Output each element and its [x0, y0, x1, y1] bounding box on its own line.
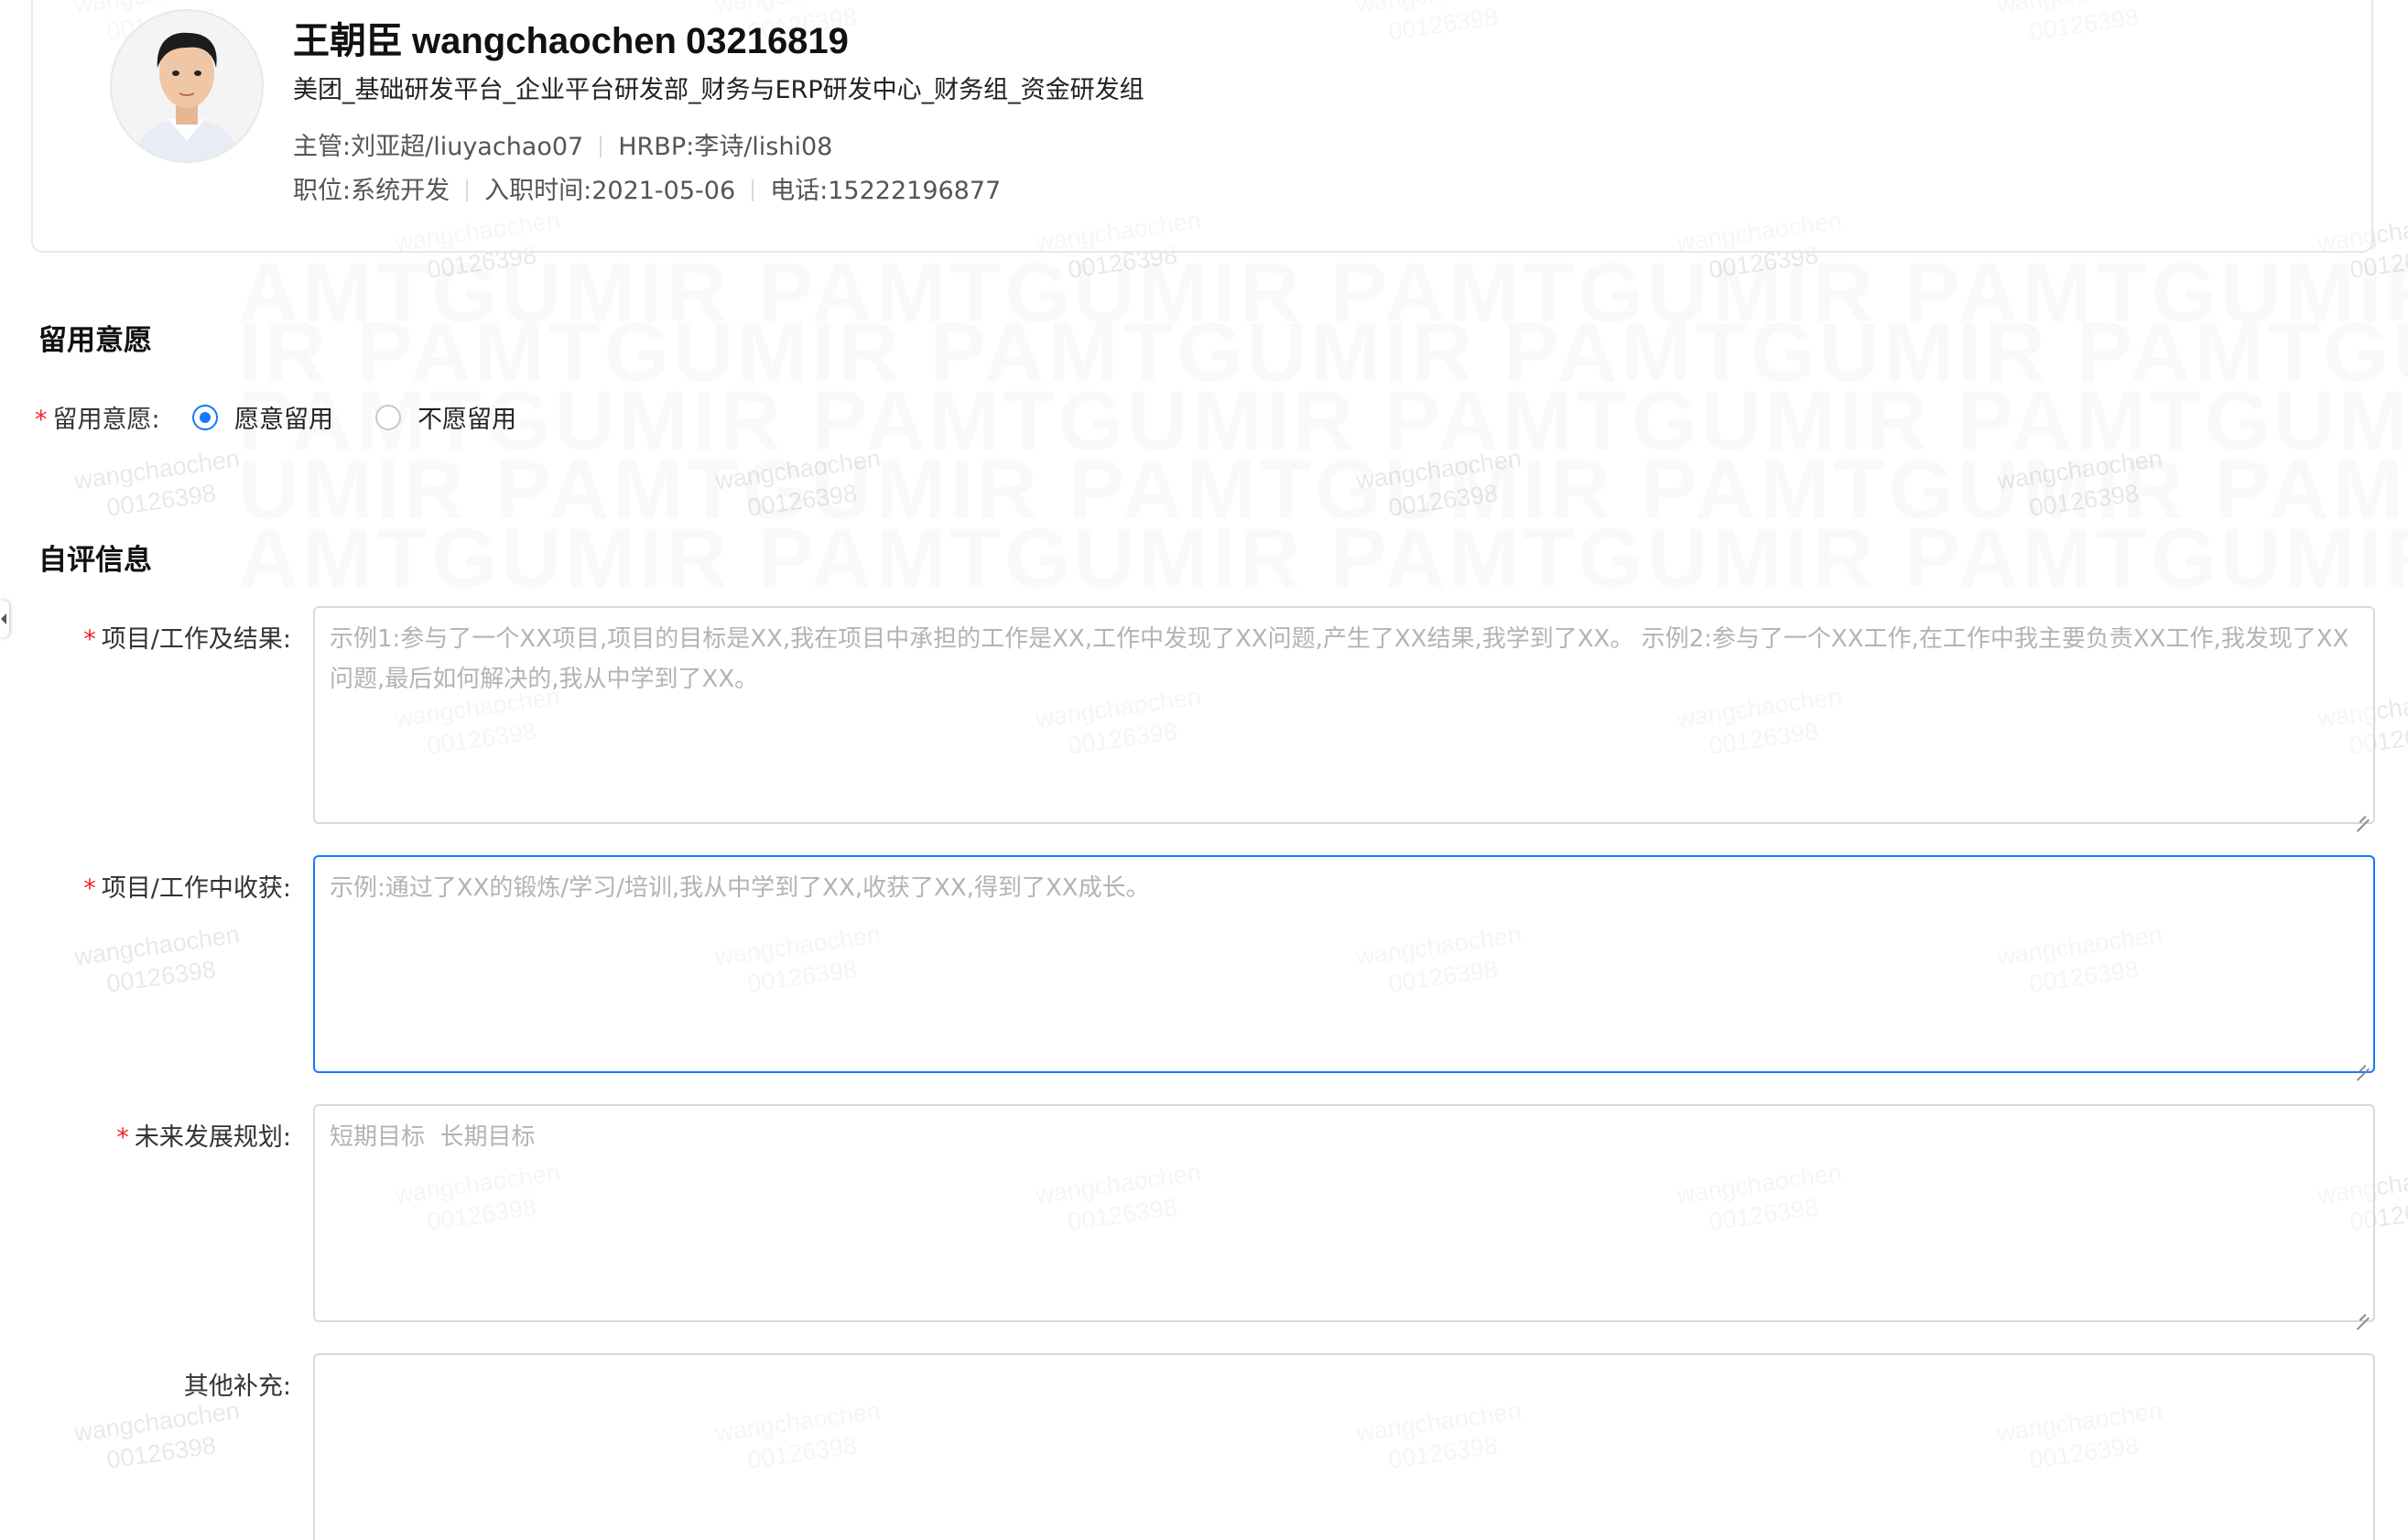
divider	[600, 136, 602, 157]
phone-label: 电话:	[770, 177, 829, 205]
watermark-line-2: 00126398	[104, 955, 218, 998]
required-mark: *	[83, 874, 96, 903]
position-label: 职位:	[293, 177, 352, 205]
department-path: 美团_基础研发平台_企业平台研发部_财务与ERP研发中心_财务组_资金研发组	[293, 76, 1144, 104]
avatar	[110, 9, 264, 163]
required-mark: *	[116, 1123, 129, 1152]
page: AMTGUMIR PAMTGUMIR PAMTGUMIR PAMTGUMIR P…	[0, 0, 2408, 1540]
watermark-line-1: wangchaochen	[1995, 444, 2164, 495]
watermark-line-1: wangchaochen	[713, 444, 883, 495]
employee-name: 王朝臣 wangchaochen 03216819	[293, 11, 858, 64]
join-date-label: 入职时间:	[484, 177, 592, 205]
hrbp-value: 李诗/lishi08	[694, 133, 833, 161]
join-date-value: 2021-05-06	[591, 177, 736, 205]
radio-willing-retain[interactable]: 愿意留用	[192, 399, 333, 435]
watermark-line-2: 00126398	[1386, 479, 1500, 522]
employee-id: 03216819	[685, 21, 849, 61]
watermark-line-2: 00126398	[104, 1431, 218, 1474]
radio-unwilling-label: 不愿留用	[418, 406, 516, 434]
reporting-line: 主管:刘亚超/liuyachao07 HRBP:李诗/lishi08	[293, 126, 832, 162]
divider	[752, 179, 754, 201]
watermark-text: wangchaochen00126398	[64, 1394, 255, 1480]
employee-profile-card: 王朝臣 wangchaochen 03216819 美团_基础研发平台_企业平台研发…	[31, 0, 2373, 253]
project-results-label: * 项目/工作及结果:	[0, 619, 291, 655]
watermark-line-2: 00126398	[2027, 479, 2141, 522]
future-plan-label: * 未来发展规划:	[0, 1117, 291, 1153]
employee-name-en: wangchaochen	[412, 21, 677, 61]
job-info-line: 职位:系统开发 入职时间:2021-05-06 电话:15222196877	[293, 170, 1001, 206]
project-results-textarea[interactable]	[313, 606, 2375, 824]
manager-value: 刘亚超/liuyachao07	[351, 133, 584, 161]
future-plan-textarea[interactable]	[313, 1104, 2375, 1322]
watermark-text: wangchaochen00126398	[64, 917, 255, 1004]
project-gains-label-text: 项目/工作中收获:	[101, 874, 291, 903]
position-value: 系统开发	[351, 177, 450, 205]
other-notes-label-text: 其他补充:	[183, 1372, 291, 1401]
required-mark: *	[35, 406, 48, 434]
background-watermark-band: PAMTGUMIR PAMTGUMIR PAMTGUMIR PAMTGUMIR …	[238, 385, 2408, 458]
radio-unwilling-retain[interactable]: 不愿留用	[375, 399, 516, 435]
radio-willing-label: 愿意留用	[234, 406, 333, 434]
project-gains-label: * 项目/工作中收获:	[0, 868, 291, 904]
background-watermark-band: UMIR PAMTGUMIR PAMTGUMIR PAMTGUMIR PAMTG…	[238, 453, 2408, 526]
watermark-line-1: wangchaochen	[72, 920, 242, 971]
radio-checked-icon[interactable]	[192, 404, 218, 430]
watermark-line-2: 00126398	[745, 479, 859, 522]
other-notes-label: 其他补充:	[0, 1366, 291, 1402]
watermark-text: wangchaochen00126398	[705, 441, 895, 528]
future-plan-label-text: 未来发展规划:	[134, 1123, 291, 1152]
watermark-line-1: wangchaochen	[72, 444, 242, 495]
retention-section-title: 留用意愿	[38, 324, 152, 357]
other-notes-textarea[interactable]	[313, 1353, 2375, 1540]
background-watermark-band: IR PAMTGUMIR PAMTGUMIR PAMTGUMIR PAMTGUM…	[238, 316, 2408, 389]
hrbp-label: HRBP:	[618, 133, 695, 161]
background-watermark-band: AMTGUMIR PAMTGUMIR PAMTGUMIR PAMTGUMIR P…	[238, 256, 2408, 330]
watermark-text: wangchaochen00126398	[1346, 441, 1536, 528]
retention-label-text: 留用意愿:	[52, 406, 160, 434]
self-eval-section-title: 自评信息	[38, 544, 152, 577]
project-results-label-text: 项目/工作及结果:	[101, 625, 291, 654]
project-gains-textarea[interactable]	[313, 855, 2375, 1073]
required-mark: *	[83, 625, 96, 654]
watermark-line-1: wangchaochen	[1354, 444, 1524, 495]
watermark-line-2: 00126398	[104, 479, 218, 522]
divider	[466, 179, 469, 201]
manager-label: 主管:	[293, 133, 352, 161]
watermark-line-1: wangchaochen	[72, 1396, 242, 1448]
employee-name-cn: 王朝臣	[293, 21, 403, 61]
background-watermark-band: AMTGUMIR PAMTGUMIR PAMTGUMIR PAMTGUMIR P…	[238, 522, 2408, 595]
watermark-text: wangchaochen00126398	[64, 441, 255, 528]
phone-value: 15222196877	[828, 177, 1002, 205]
radio-unchecked-icon[interactable]	[375, 404, 401, 430]
retention-field-label: * 留用意愿:	[35, 399, 160, 435]
watermark-text: wangchaochen00126398	[1987, 441, 2177, 528]
